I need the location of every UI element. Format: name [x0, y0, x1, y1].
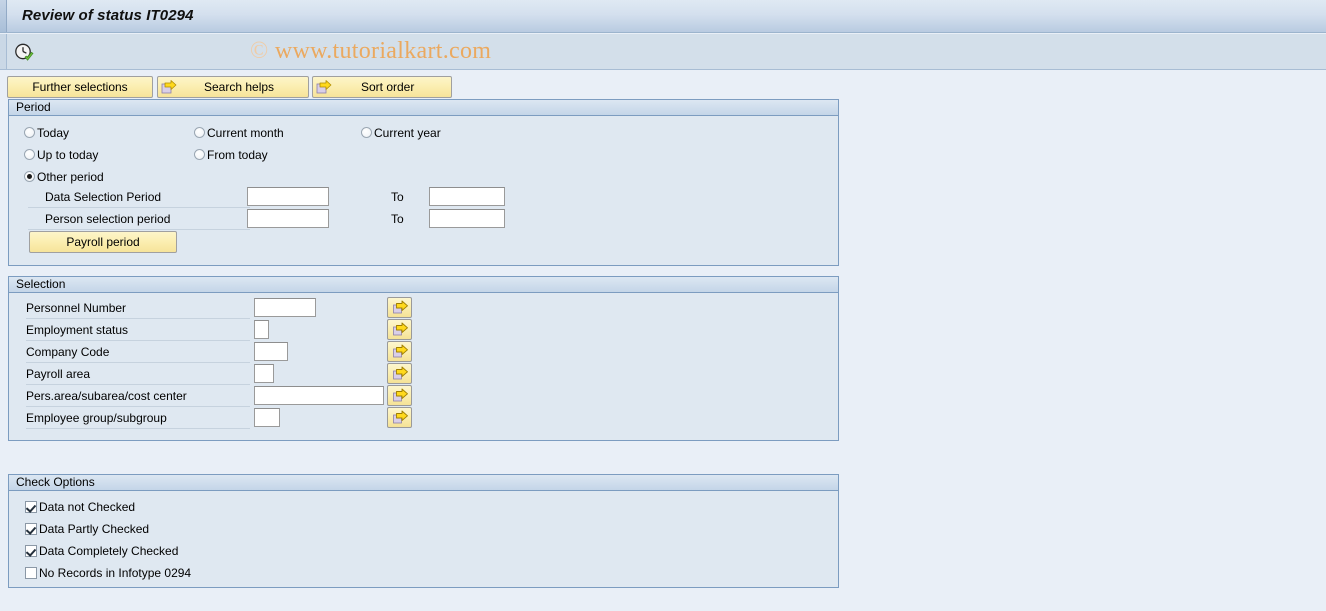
data-selection-period-to-label: To — [391, 190, 404, 204]
payroll-period-button[interactable]: Payroll period — [29, 231, 177, 253]
radio-today[interactable]: Today — [24, 124, 69, 142]
checkbox-data-partly-checked[interactable]: Data Partly Checked — [25, 520, 149, 538]
field-separator — [26, 384, 250, 385]
radio-current-month-label: Current month — [207, 126, 284, 140]
check-options-group: Check Options Data not Checked Data Part… — [8, 474, 839, 588]
watermark-copyright-symbol: © — [250, 38, 269, 64]
employee-group-subgroup-label: Employee group/subgroup — [26, 411, 167, 425]
radio-circle-icon — [361, 127, 372, 138]
sort-order-button[interactable]: Sort order — [312, 76, 452, 98]
radio-circle-icon — [194, 149, 205, 160]
arrow-right-icon — [393, 300, 408, 314]
payroll-period-label: Payroll period — [66, 235, 140, 249]
selection-group: Selection Personnel Number Employment st… — [8, 276, 839, 441]
radio-today-label: Today — [37, 126, 70, 140]
arrow-right-icon — [393, 410, 408, 424]
checkbox-data-partly-checked-label: Data Partly Checked — [39, 522, 150, 536]
payroll-area-multiselect-button[interactable] — [387, 363, 412, 384]
field-separator — [26, 428, 250, 429]
arrow-right-icon — [393, 388, 408, 402]
person-selection-period-to-input[interactable] — [429, 209, 505, 228]
radio-from-today-label: From today — [207, 148, 268, 162]
search-helps-button[interactable]: Search helps — [157, 76, 309, 98]
checkbox-data-completely-checked[interactable]: Data Completely Checked — [25, 542, 178, 560]
icon-toolbar — [0, 34, 1326, 70]
checkbox-no-records-in-infotype-0294[interactable]: No Records in Infotype 0294 — [25, 564, 191, 582]
search-helps-label: Search helps — [204, 80, 275, 94]
further-selections-button[interactable]: Further selections — [7, 76, 153, 98]
pers-area-multiselect-button[interactable] — [387, 385, 412, 406]
checkbox-unchecked-icon — [25, 567, 37, 579]
employee-group-multiselect-button[interactable] — [387, 407, 412, 428]
sort-order-label: Sort order — [361, 80, 415, 94]
period-group-title: Period — [9, 100, 838, 116]
arrow-right-icon — [161, 79, 177, 95]
further-selections-label: Further selections — [32, 80, 128, 94]
employment-status-input[interactable] — [254, 320, 269, 339]
personnel-number-multiselect-button[interactable] — [387, 297, 412, 318]
pers-area-subarea-cost-center-label: Pers.area/subarea/cost center — [26, 389, 187, 403]
check-options-group-title: Check Options — [9, 475, 838, 491]
person-selection-period-label: Person selection period — [45, 212, 171, 226]
company-code-input[interactable] — [254, 342, 288, 361]
sap-selection-screen-window: Review of status IT0294 © www.tutorialka… — [0, 0, 1326, 611]
field-separator — [28, 229, 250, 230]
checkbox-data-not-checked[interactable]: Data not Checked — [25, 498, 135, 516]
radio-circle-icon — [24, 127, 35, 138]
radio-current-year-label: Current year — [374, 126, 441, 140]
window-title-bar: Review of status IT0294 — [0, 0, 1326, 33]
page-title: Review of status IT0294 — [22, 7, 194, 24]
radio-circle-icon — [24, 149, 35, 160]
data-selection-period-label: Data Selection Period — [45, 190, 162, 204]
radio-other-period[interactable]: Other period — [24, 168, 104, 186]
company-code-multiselect-button[interactable] — [387, 341, 412, 362]
pers-area-subarea-cost-center-input[interactable] — [254, 386, 384, 405]
radio-current-month[interactable]: Current month — [194, 124, 284, 142]
site-watermark: © www.tutorialkart.com — [250, 38, 491, 65]
arrow-right-icon — [393, 366, 408, 380]
arrow-right-icon — [393, 344, 408, 358]
radio-other-period-label: Other period — [37, 170, 104, 184]
payroll-area-label: Payroll area — [26, 367, 91, 381]
payroll-area-input[interactable] — [254, 364, 274, 383]
field-separator — [28, 207, 250, 208]
employee-group-subgroup-input[interactable] — [254, 408, 280, 427]
radio-from-today[interactable]: From today — [194, 146, 268, 164]
checkbox-checked-icon — [25, 545, 37, 557]
company-code-label: Company Code — [26, 345, 110, 359]
selection-group-title: Selection — [9, 277, 838, 293]
field-separator — [26, 362, 250, 363]
radio-up-to-today[interactable]: Up to today — [24, 146, 98, 164]
arrow-right-icon — [316, 79, 332, 95]
clock-check-icon[interactable] — [13, 42, 35, 64]
data-selection-period-to-input[interactable] — [429, 187, 505, 206]
field-separator — [26, 406, 250, 407]
checkbox-checked-icon — [25, 501, 37, 513]
person-selection-period-from-input[interactable] — [247, 209, 329, 228]
checkbox-data-completely-checked-label: Data Completely Checked — [39, 544, 179, 558]
radio-circle-selected-icon — [24, 171, 35, 182]
radio-up-to-today-label: Up to today — [37, 148, 99, 162]
data-selection-period-from-input[interactable] — [247, 187, 329, 206]
employment-status-multiselect-button[interactable] — [387, 319, 412, 340]
arrow-right-icon — [393, 322, 408, 336]
person-selection-period-to-label: To — [391, 212, 404, 226]
radio-circle-icon — [194, 127, 205, 138]
field-separator — [26, 318, 250, 319]
watermark-url: www.tutorialkart.com — [274, 38, 492, 64]
radio-current-year[interactable]: Current year — [361, 124, 441, 142]
employment-status-label: Employment status — [26, 323, 129, 337]
period-group: Period Today Current month Current year … — [8, 99, 839, 266]
personnel-number-input[interactable] — [254, 298, 316, 317]
checkbox-no-records-label: No Records in Infotype 0294 — [39, 566, 192, 580]
field-separator — [26, 340, 250, 341]
checkbox-checked-icon — [25, 523, 37, 535]
personnel-number-label: Personnel Number — [26, 301, 127, 315]
checkbox-data-not-checked-label: Data not Checked — [39, 500, 136, 514]
